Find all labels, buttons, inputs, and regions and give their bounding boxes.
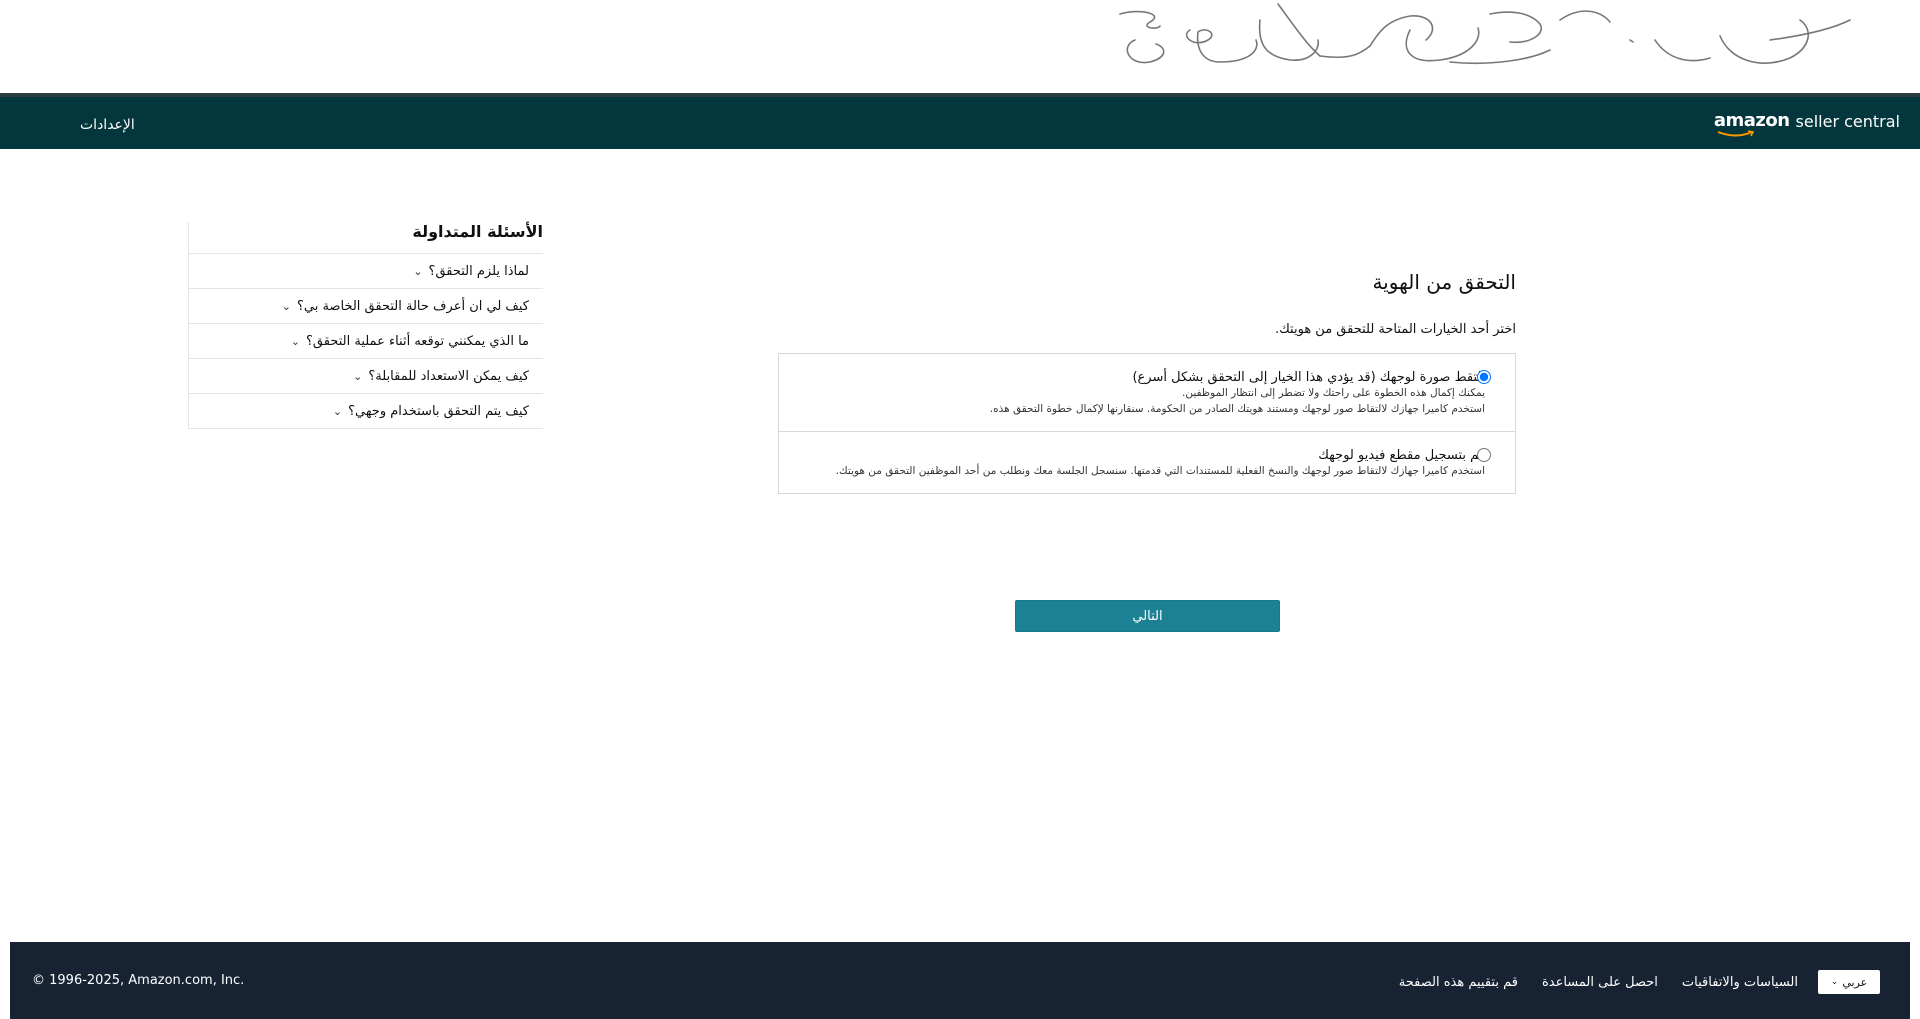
option-video-radio[interactable] — [1477, 448, 1491, 462]
faq-question: كيف يتم التحقق باستخدام وجهي؟ — [348, 403, 529, 419]
identity-verification-section: التحقق من الهوية اختر أحد الخيارات المتا… — [778, 270, 1516, 494]
copyright-text: © 1996-2025, Amazon.com, Inc. — [32, 973, 245, 988]
amazon-smile-icon — [1717, 130, 1754, 137]
handwriting-image — [1119, 3, 1851, 65]
option-description: استخدم كاميرا جهازك لالتقاط صور لوجهك وم… — [989, 403, 1485, 415]
verification-options: التقط صورة لوجهك (قد يؤدي هذا الخيار إلى… — [778, 353, 1516, 494]
option-title: التقط صورة لوجهك (قد يؤدي هذا الخيار إلى… — [1132, 370, 1485, 385]
option-record-video[interactable]: قم بتسجيل مقطع فيديو لوجهك استخدم كاميرا… — [779, 431, 1515, 493]
option-title: قم بتسجيل مقطع فيديو لوجهك — [1318, 448, 1485, 463]
chevron-down-icon: ⌄ — [332, 404, 343, 418]
page-subtitle: اختر أحد الخيارات المتاحة للتحقق من هويت… — [1274, 322, 1516, 337]
chevron-down-icon: ⌄ — [290, 334, 301, 348]
option-take-photo[interactable]: التقط صورة لوجهك (قد يؤدي هذا الخيار إلى… — [779, 354, 1515, 431]
footer: © 1996-2025, Amazon.com, Inc. قم بتقييم … — [10, 942, 1910, 1019]
get-help-link[interactable]: احصل على المساعدة — [1542, 975, 1658, 990]
rate-page-link[interactable]: قم بتقييم هذه الصفحة — [1399, 975, 1518, 990]
chevron-down-icon: ⌄ — [353, 369, 363, 383]
faq-item-face-verification[interactable]: كيف يتم التحقق باستخدام وجهي؟ ⌄ — [188, 394, 543, 429]
faq-item-why-verification[interactable]: لماذا يلزم التحقق؟ ⌄ — [188, 254, 543, 289]
policies-link[interactable]: السياسات والاتفاقيات — [1682, 975, 1798, 990]
faq-item-verification-status[interactable]: كيف لي ان أعرف حالة التحقق الخاصة بي؟ ⌄ — [188, 289, 543, 324]
option-description: يمكنك إكمال هذه الخطوة على راحتك ولا تضط… — [1181, 387, 1485, 399]
amazon-seller-central-logo[interactable]: amazon seller central — [1713, 110, 1900, 137]
logo-amazon-text: amazon — [1713, 110, 1790, 131]
chevron-down-icon: ⌄ — [413, 264, 423, 278]
faq-item-what-to-expect[interactable]: ما الذي يمكنني توقعه أثناء عملية التحقق؟… — [188, 324, 543, 359]
footer-links: قم بتقييم هذه الصفحة احصل على المساعدة ا… — [1375, 970, 1880, 994]
faq-question: كيف يمكن الاستعداد للمقابلة؟ — [368, 368, 529, 384]
settings-link[interactable]: الإعدادات — [80, 117, 135, 133]
option-photo-radio[interactable] — [1477, 370, 1491, 384]
language-value: عربي — [1842, 975, 1868, 989]
chevron-down-icon: ⌄ — [281, 299, 291, 313]
option-description: استخدم كاميرا جهازك لالتقاط صور لوجهك وا… — [835, 465, 1485, 477]
top-navigation-bar: الإعدادات amazon seller central — [0, 93, 1920, 149]
faq-question: لماذا يلزم التحقق؟ — [428, 263, 529, 279]
faq-question: كيف لي ان أعرف حالة التحقق الخاصة بي؟ — [297, 298, 529, 314]
faq-title: الأسئلة المتداولة — [188, 222, 543, 254]
faq-item-prepare-interview[interactable]: كيف يمكن الاستعداد للمقابلة؟ ⌄ — [188, 359, 543, 394]
chevron-down-icon: ⌄ — [1830, 977, 1839, 987]
logo-product-text: seller central — [1795, 112, 1900, 131]
page-title: التحقق من الهوية — [1372, 270, 1516, 294]
language-select[interactable]: عربي ⌄ — [1818, 970, 1880, 994]
faq-panel: الأسئلة المتداولة لماذا يلزم التحقق؟ ⌄ ك… — [188, 222, 543, 429]
next-button[interactable]: التالي — [1015, 600, 1280, 632]
faq-question: ما الذي يمكنني توقعه أثناء عملية التحقق؟ — [306, 333, 529, 349]
